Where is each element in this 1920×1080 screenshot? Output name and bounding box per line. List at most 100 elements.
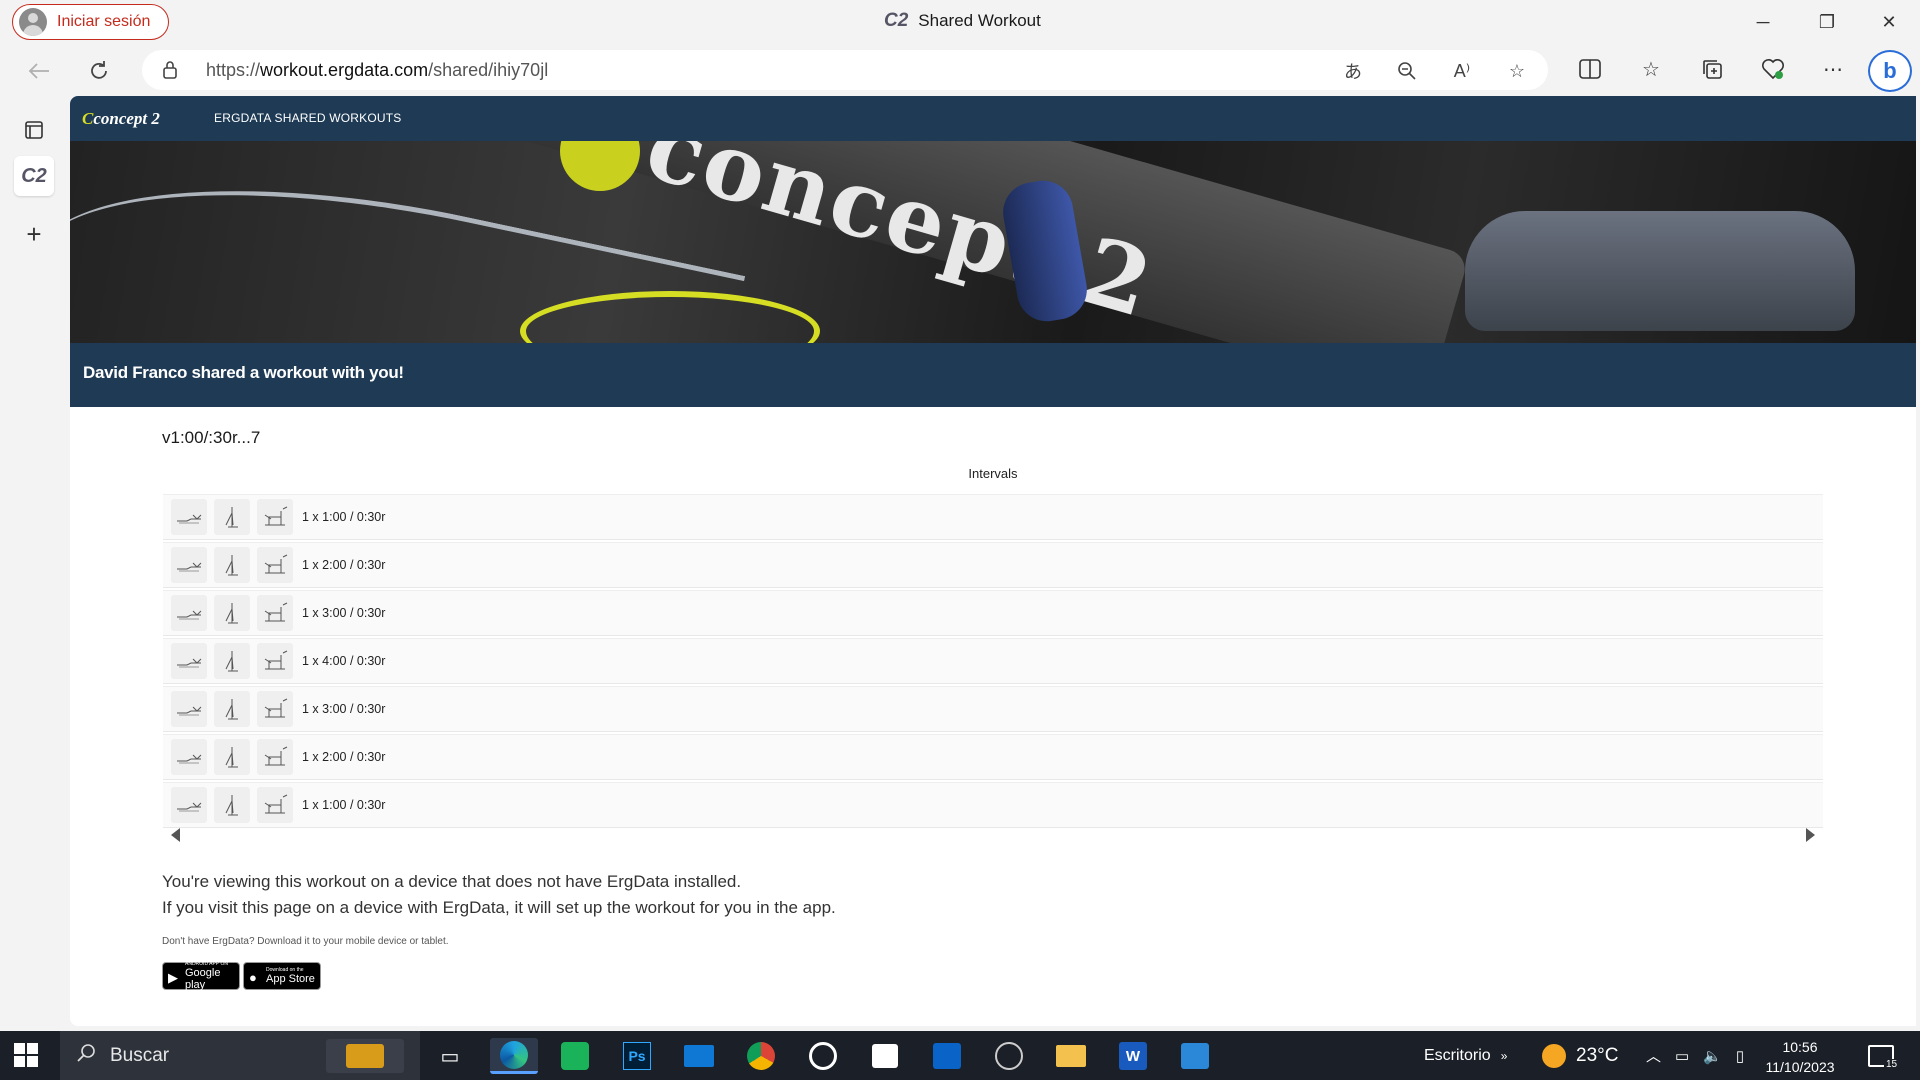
address-bar[interactable]: https://workout.ergdata.com/shared/ihiy7… [142, 50, 1548, 90]
favorite-star-icon[interactable]: ☆ [1502, 58, 1532, 84]
taskbar-search[interactable]: Buscar [60, 1031, 420, 1080]
tab-actions-icon[interactable] [14, 110, 54, 150]
volume-icon[interactable]: 🔈 [1703, 1047, 1722, 1065]
store-icon[interactable] [861, 1038, 909, 1074]
rower-icon[interactable] [171, 739, 207, 775]
chrome-icon[interactable] [737, 1038, 785, 1074]
bikeerg-icon[interactable] [257, 787, 293, 823]
refresh-button[interactable] [82, 54, 116, 88]
interval-row[interactable]: 1 x 4:00 / 0:30r [163, 638, 1823, 684]
skierg-icon[interactable] [214, 691, 250, 727]
restore-button[interactable]: ❐ [1796, 0, 1858, 44]
browser-essentials-icon[interactable] [1756, 52, 1790, 86]
horizontal-scrollbar[interactable] [163, 826, 1823, 844]
mail-icon[interactable] [675, 1038, 723, 1074]
taskbar: Buscar ▭ Ps W Escritorio» 23°C ︿ ▭ 🔈 ▯ 1… [0, 1031, 1920, 1080]
app-store-badge[interactable]: ● Download on the App Store [243, 962, 321, 990]
task-view-icon[interactable]: ▭ [426, 1038, 474, 1074]
system-tray[interactable]: ︿ ▭ 🔈 ▯ [1646, 1031, 1744, 1080]
skierg-icon[interactable] [214, 739, 250, 775]
hero-image: concept 2 [70, 141, 1916, 343]
interval-row[interactable]: 1 x 1:00 / 0:30r [163, 494, 1823, 540]
scroll-left-icon[interactable] [171, 828, 180, 842]
google-play-icon: ▶ [168, 970, 178, 985]
bikeerg-icon[interactable] [257, 691, 293, 727]
rower-icon[interactable] [171, 691, 207, 727]
app-green-icon[interactable] [551, 1038, 599, 1074]
zoom-out-icon[interactable] [1392, 58, 1422, 84]
bikeerg-icon[interactable] [257, 739, 293, 775]
edge-taskbar-icon[interactable] [490, 1038, 538, 1074]
rower-icon[interactable] [171, 499, 207, 535]
battery-icon[interactable]: ▯ [1736, 1047, 1744, 1065]
back-button[interactable] [22, 54, 56, 88]
bing-copilot-icon[interactable]: b [1868, 50, 1912, 92]
concept2-logo[interactable]: Cconcept 2 [82, 109, 160, 129]
tab-shared-workout[interactable]: C2 [14, 156, 54, 196]
weather-widget[interactable]: 23°C [1542, 1031, 1618, 1080]
interval-label: 1 x 1:00 / 0:30r [302, 798, 386, 812]
download-note: Don't have ErgData? Download it to your … [162, 936, 449, 947]
clock[interactable]: 10:56 11/10/2023 [1752, 1037, 1848, 1077]
avatar-icon [19, 8, 47, 36]
rower-icon[interactable] [171, 787, 207, 823]
new-tab-plus-icon[interactable]: + [14, 214, 54, 254]
read-aloud-icon[interactable]: A⁾ [1447, 58, 1477, 84]
interval-row[interactable]: 1 x 1:00 / 0:30r [163, 782, 1823, 828]
skierg-icon[interactable] [214, 787, 250, 823]
workout-name: v1:00/:30r...7 [162, 428, 261, 447]
outlook-icon[interactable] [923, 1038, 971, 1074]
skierg-icon[interactable] [214, 643, 250, 679]
bikeerg-icon[interactable] [257, 499, 293, 535]
interval-row[interactable]: 1 x 3:00 / 0:30r [163, 686, 1823, 732]
info-line-1: You're viewing this workout on a device … [162, 872, 742, 891]
bikeerg-icon[interactable] [257, 595, 293, 631]
desktop-toolbar[interactable]: Escritorio» [1424, 1031, 1507, 1080]
chevron-up-icon[interactable]: ︿ [1646, 1045, 1661, 1066]
concept2-favicon-icon: C2 [884, 10, 909, 31]
google-play-badge[interactable]: ▶ ANDROID APP ON Google play [162, 961, 240, 991]
close-button[interactable]: ✕ [1858, 0, 1920, 44]
site-header: Cconcept 2 ERGDATA SHARED WORKOUTS [70, 96, 1916, 141]
split-screen-icon[interactable] [1573, 52, 1607, 86]
network-icon[interactable]: ▭ [1675, 1047, 1689, 1065]
collections-icon[interactable] [1695, 52, 1729, 86]
scroll-right-icon[interactable] [1806, 828, 1815, 842]
file-explorer-icon[interactable] [1047, 1038, 1095, 1074]
bikeerg-icon[interactable] [257, 643, 293, 679]
intervals-list: 1 x 1:00 / 0:30r 1 x 2:00 / 0:30r 1 x 3:00… [163, 494, 1823, 830]
translate-icon[interactable]: あ [1338, 58, 1368, 84]
interval-row[interactable]: 1 x 3:00 / 0:30r [163, 590, 1823, 636]
profile-label: Iniciar sesión [57, 13, 151, 30]
url-text[interactable]: https://workout.ergdata.com/shared/ihiy7… [206, 60, 548, 81]
lock-icon[interactable] [162, 60, 178, 85]
profile-button[interactable]: Iniciar sesión [12, 4, 170, 40]
rower-icon[interactable] [171, 547, 207, 583]
skierg-icon[interactable] [214, 499, 250, 535]
weather-sun-icon [1542, 1043, 1566, 1068]
bikeerg-icon[interactable] [257, 547, 293, 583]
rower-icon[interactable] [171, 643, 207, 679]
search-placeholder: Buscar [110, 1044, 170, 1066]
address-toolbar: https://workout.ergdata.com/shared/ihiy7… [0, 44, 1920, 96]
favorites-icon[interactable]: ☆ [1634, 52, 1668, 86]
whatsapp-icon[interactable] [799, 1038, 847, 1074]
yellow-accent [560, 141, 640, 191]
photoshop-icon[interactable]: Ps [613, 1038, 661, 1074]
more-options-icon[interactable]: ⋯ [1816, 52, 1850, 86]
minimize-button[interactable]: ─ [1732, 0, 1794, 44]
photos-icon[interactable] [1171, 1038, 1219, 1074]
skierg-icon[interactable] [214, 547, 250, 583]
tab-title-text: Shared Workout [918, 11, 1041, 30]
skierg-icon[interactable] [214, 595, 250, 631]
notifications-icon[interactable]: 15 [1868, 1031, 1900, 1080]
apple-icon: ● [249, 970, 257, 985]
interval-row[interactable]: 1 x 2:00 / 0:30r [163, 734, 1823, 780]
tab-title: C2 Shared Workout [884, 10, 1041, 32]
interval-label: 1 x 4:00 / 0:30r [302, 654, 386, 668]
rower-icon[interactable] [171, 595, 207, 631]
interval-row[interactable]: 1 x 2:00 / 0:30r [163, 542, 1823, 588]
app-circle-icon[interactable] [985, 1038, 1033, 1074]
word-icon[interactable]: W [1109, 1038, 1157, 1074]
windows-start-icon[interactable] [14, 1043, 38, 1067]
